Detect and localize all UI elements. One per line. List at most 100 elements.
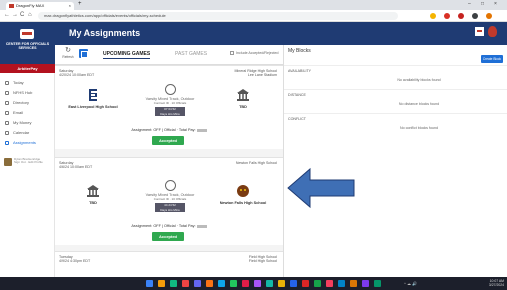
sidebar-item-directory[interactable]: Directory (5, 99, 55, 107)
game-info: Varsity Mixed Track, Outdoor Contract ID… (137, 180, 203, 212)
blocks-title: My Blocks (288, 48, 311, 54)
address-bar-row: ← → C ⌂ max.dragonflyathletics.com/app/o… (0, 10, 507, 22)
my-blocks-panel: My Blocks Create Block AVAILABILITY No a… (283, 45, 507, 277)
contract-label: Contract ID · 10 Officials (153, 101, 187, 105)
sublocation-name: Lee Lane Stadium (247, 73, 277, 77)
app-icon[interactable] (314, 280, 321, 287)
availability-section: AVAILABILITY No availability blocks foun… (284, 65, 507, 89)
sidebar-item-label: My Money (13, 120, 32, 125)
user-profile[interactable]: Dylan Breckenridge Sign Out · Edit Profil… (4, 157, 52, 168)
game-location[interactable]: Field High School Field High School (249, 255, 277, 263)
whistle-icon (164, 84, 176, 95)
assignments-icon (5, 141, 9, 145)
maximize-icon[interactable]: □ (481, 0, 484, 9)
extension-icon[interactable] (472, 13, 478, 19)
start-icon[interactable] (146, 280, 153, 287)
refresh-button[interactable]: ↻ Refresh (61, 47, 75, 59)
game-header: Tuesday 4/9/24 4:30pm EDT Field High Scho… (55, 252, 283, 266)
back-icon[interactable]: ← (4, 12, 10, 18)
url-field[interactable]: max.dragonflyathletics.com/app/officials… (38, 12, 398, 20)
team-name: Newton Falls High School (219, 201, 267, 205)
forward-icon[interactable]: → (12, 12, 18, 18)
app-icon[interactable] (194, 280, 201, 287)
page-header: My Assignments (55, 22, 507, 45)
shield-icon (475, 27, 484, 36)
logo-text: CENTER FOR OFFICIALS SERVICES (5, 42, 50, 50)
assignment-line: Assignment: OFF | Official · Total Pay: (55, 224, 283, 228)
empty-message: No availability blocks found (397, 78, 441, 82)
extension-icon[interactable] (430, 13, 436, 19)
game-time: 4/9/24 4:30pm EDT (59, 259, 91, 263)
include-accepted-checkbox[interactable]: Include Accepted/Rejected (230, 51, 279, 56)
game-time: 4/20/24 10:00am EDT (59, 73, 95, 77)
empty-message: No distance blocks found (398, 102, 440, 106)
section-label: CONFLICT (288, 117, 306, 121)
app-icon[interactable] (350, 280, 357, 287)
sidebar-item-nfhs-hub[interactable]: NFHS Hub (5, 89, 55, 97)
minimize-icon[interactable]: – (468, 0, 471, 9)
game-info: Varsity Mixed Track, Outdoor Contract ID… (137, 84, 203, 116)
app-icon[interactable] (302, 280, 309, 287)
calendar-view-button[interactable] (79, 49, 88, 58)
app-icon[interactable] (266, 280, 273, 287)
favicon-icon (9, 4, 14, 8)
app-icon[interactable] (182, 280, 189, 287)
sidebar-item-calendar[interactable]: Calendar (5, 129, 55, 137)
user-links[interactable]: Sign Out · Edit Profile (14, 160, 43, 164)
file-explorer-icon[interactable] (158, 280, 165, 287)
checkbox-icon (230, 51, 234, 56)
location-name: Newton Falls High School (235, 161, 277, 165)
app-icon[interactable] (326, 280, 333, 287)
extension-icon[interactable] (458, 13, 464, 19)
user-info: Dylan Breckenridge Sign Out · Edit Profil… (14, 157, 43, 165)
reload-icon[interactable]: C (20, 12, 24, 18)
sublocation-name: Field High School (248, 259, 277, 263)
app-icon[interactable] (206, 280, 213, 287)
team-name: TBD (89, 201, 97, 205)
game-time: 4/6/24 10:00am EDT (59, 165, 93, 169)
accepted-button[interactable]: Accepted (152, 232, 184, 241)
game-location[interactable]: Newton Falls High School (236, 161, 277, 165)
tab-upcoming-games[interactable]: UPCOMING GAMES (103, 51, 151, 59)
app-icon[interactable] (290, 280, 297, 287)
app-icon[interactable] (230, 280, 237, 287)
home-icon[interactable]: ⌂ (28, 12, 32, 18)
browser-tab[interactable]: DragonFly MAX × (6, 2, 74, 10)
home-icon (5, 81, 9, 85)
tab-past-games[interactable]: PAST GAMES (175, 51, 207, 57)
sidebar-item-assignments[interactable]: Assignments (5, 139, 55, 147)
include-accepted-label: Include Accepted/Rejected (236, 51, 279, 55)
app-icon[interactable] (278, 280, 285, 287)
system-tray[interactable]: ^ ☁ 🔊 (404, 281, 417, 286)
assignments-panel: ↻ Refresh UPCOMING GAMES PAST GAMES Incl… (55, 45, 283, 277)
accepted-button[interactable]: Accepted (152, 136, 184, 145)
create-block-button[interactable]: Create Block (481, 55, 503, 63)
window-close-icon[interactable]: × (494, 0, 497, 9)
close-tab-icon[interactable]: × (69, 2, 71, 10)
app-icon[interactable] (218, 280, 225, 287)
extension-icon[interactable] (444, 13, 450, 19)
app-icon[interactable] (170, 280, 177, 287)
sidebar-item-today[interactable]: Today (5, 79, 55, 87)
new-tab-button[interactable]: + (78, 1, 82, 7)
shield-icon (20, 29, 34, 39)
game-header: Saturday 4/6/24 10:00am EDT Newton Falls … (55, 158, 283, 172)
sidebar-item-label: Directory (13, 100, 30, 105)
taskbar-clock[interactable]: 10:07 AM 3/27/2024 (489, 279, 504, 287)
logo: CENTER FOR OFFICIALS SERVICES (0, 22, 55, 64)
sidebar-item-my-money[interactable]: My Money (5, 119, 55, 127)
app-icon[interactable] (374, 280, 381, 287)
pay-redacted (196, 128, 207, 132)
away-team: TBD (213, 88, 273, 109)
app-icon[interactable] (338, 280, 345, 287)
app-icon[interactable] (362, 280, 369, 287)
assignments-controls: ↻ Refresh UPCOMING GAMES PAST GAMES Incl… (55, 45, 283, 65)
game-datetime: Saturday 4/6/24 10:00am EDT (59, 161, 92, 169)
countdown-values: 44 24 52 (164, 203, 176, 207)
app-icon[interactable] (254, 280, 261, 287)
game-location[interactable]: Mineral Ridge High School Lee Lane Stadiu… (234, 69, 277, 77)
sidebar-item-email[interactable]: Email (5, 109, 55, 117)
app-icon[interactable] (242, 280, 249, 287)
refresh-icon: ↻ (65, 47, 71, 54)
profile-avatar[interactable] (486, 13, 492, 19)
